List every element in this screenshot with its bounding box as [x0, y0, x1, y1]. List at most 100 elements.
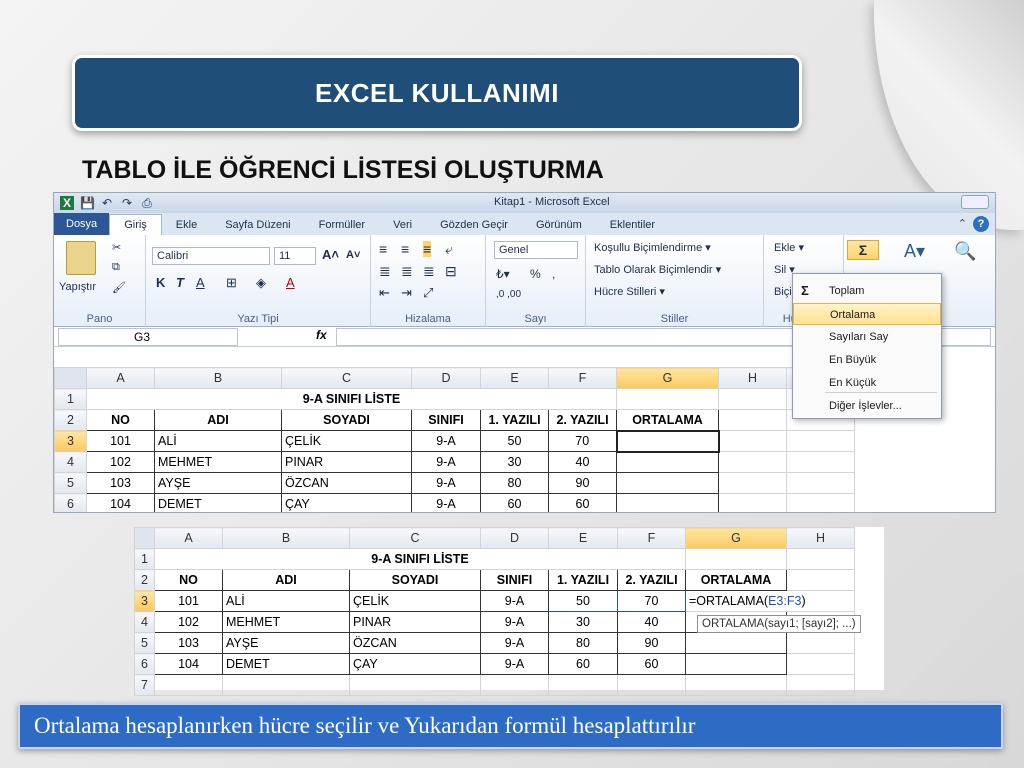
cell[interactable]: 9-A	[411, 472, 481, 494]
cell[interactable]	[718, 388, 787, 410]
cell-f3-referenced[interactable]: 70	[617, 590, 686, 612]
currency-icon[interactable]: ₺▾	[496, 267, 510, 281]
col-header-f[interactable]: F	[548, 367, 617, 389]
increase-decimal-icon[interactable]: ,0 ,00	[496, 289, 521, 300]
shrink-font-icon[interactable]: A˅	[346, 249, 360, 261]
font-size-select[interactable]: 11	[274, 247, 316, 265]
tab-gorunum[interactable]: Görünüm	[522, 215, 596, 235]
header-cell[interactable]: SOYADI	[281, 409, 412, 431]
name-box[interactable]: G3	[58, 328, 238, 346]
cell[interactable]: PINAR	[281, 451, 412, 473]
sheet-title-cell[interactable]: 9-A SINIFI LİSTE	[154, 548, 686, 570]
cell[interactable]	[786, 632, 855, 654]
cell[interactable]	[222, 674, 350, 696]
col-header-c[interactable]: C	[281, 367, 412, 389]
menu-item-diger-islevler[interactable]: Diğer İşlevler...	[793, 395, 941, 417]
align-bottom-icon[interactable]: ≡	[423, 241, 432, 257]
cell[interactable]: ÇAY	[349, 653, 481, 675]
cell[interactable]	[786, 451, 855, 473]
cell[interactable]: MEHMET	[154, 451, 282, 473]
menu-item-en-buyuk[interactable]: En Büyük	[793, 349, 941, 371]
minimize-button[interactable]	[961, 195, 989, 209]
italic-icon[interactable]: T	[176, 275, 184, 290]
cell[interactable]	[548, 674, 618, 696]
col-header-e[interactable]: E	[548, 527, 618, 549]
header-cell[interactable]: SOYADI	[349, 569, 481, 591]
header-cell[interactable]: ORTALAMA	[685, 569, 787, 591]
header-cell[interactable]: ORTALAMA	[616, 409, 719, 431]
grow-font-icon[interactable]: A˄	[322, 247, 339, 262]
merge-center-icon[interactable]: ⊟	[445, 263, 457, 280]
row-header-4[interactable]: 4	[54, 451, 87, 473]
cell[interactable]: 60	[480, 493, 549, 512]
cell[interactable]: 90	[548, 472, 617, 494]
cell[interactable]	[786, 569, 855, 591]
cell[interactable]: 103	[154, 632, 223, 654]
cell[interactable]	[616, 493, 719, 512]
sort-filter-icon[interactable]: A▾	[904, 241, 925, 262]
col-header-h[interactable]: H	[786, 527, 855, 549]
select-all-corner[interactable]	[54, 367, 87, 389]
cell-e3-referenced[interactable]: 50	[548, 590, 618, 612]
cell[interactable]	[786, 493, 855, 512]
cell[interactable]: 30	[548, 611, 618, 633]
cell[interactable]	[718, 472, 787, 494]
align-right-icon[interactable]: ≣	[423, 263, 435, 280]
fill-color-icon[interactable]: ◈	[256, 275, 266, 291]
row-header-5[interactable]: 5	[134, 632, 155, 654]
col-header-a[interactable]: A	[86, 367, 155, 389]
cell[interactable]: 40	[617, 611, 686, 633]
cell[interactable]	[616, 472, 719, 494]
row-header-3[interactable]: 3	[54, 430, 87, 452]
tab-formuller[interactable]: Formüller	[305, 215, 379, 235]
font-name-select[interactable]: Calibri	[152, 247, 270, 265]
tab-giris[interactable]: Giriş	[109, 214, 162, 235]
cell[interactable]	[718, 430, 787, 452]
help-icon[interactable]: ?	[973, 216, 989, 232]
col-header-d[interactable]: D	[411, 367, 481, 389]
cell[interactable]: 101	[86, 430, 155, 452]
cell[interactable]: MEHMET	[222, 611, 350, 633]
paste-button[interactable]: Yapıştır	[59, 281, 96, 293]
cell[interactable]: 9-A	[480, 653, 549, 675]
align-center-icon[interactable]: ≣	[401, 263, 413, 280]
cell[interactable]: 80	[548, 632, 618, 654]
col-header-a[interactable]: A	[154, 527, 223, 549]
header-cell[interactable]: SINIFI	[480, 569, 549, 591]
col-header-e[interactable]: E	[480, 367, 549, 389]
cell[interactable]: 60	[548, 653, 618, 675]
find-select-icon[interactable]: 🔍	[954, 241, 976, 262]
number-format-select[interactable]: Genel	[494, 241, 578, 259]
fx-icon[interactable]: fx	[316, 328, 327, 342]
select-all-corner[interactable]	[134, 527, 155, 549]
paste-icon[interactable]	[66, 241, 96, 275]
tab-veri[interactable]: Veri	[379, 215, 426, 235]
header-cell[interactable]: ADI	[154, 409, 282, 431]
cell[interactable]: DEMET	[222, 653, 350, 675]
cut-icon[interactable]: ✂	[112, 241, 121, 254]
col-header-g[interactable]: G	[616, 367, 719, 389]
cell[interactable]: AYŞE	[154, 472, 282, 494]
insert-cells-button[interactable]: Ekle ▾	[774, 241, 804, 254]
format-painter-icon[interactable]: 🖌	[112, 281, 126, 294]
align-middle-icon[interactable]: ≡	[401, 241, 409, 257]
percent-icon[interactable]: %	[530, 267, 541, 281]
col-header-d[interactable]: D	[480, 527, 549, 549]
autosum-button[interactable]: Σ	[847, 240, 879, 260]
col-header-b[interactable]: B	[154, 367, 282, 389]
cell[interactable]: AYŞE	[222, 632, 350, 654]
save-icon[interactable]: 💾	[80, 196, 95, 210]
cell[interactable]: 70	[548, 430, 617, 452]
cell[interactable]: 60	[617, 653, 686, 675]
tab-dosya[interactable]: Dosya	[54, 213, 110, 235]
cell[interactable]	[616, 388, 719, 410]
align-top-icon[interactable]: ≡	[379, 241, 387, 257]
cell[interactable]: 9-A	[411, 430, 481, 452]
cell[interactable]: ÇELİK	[281, 430, 412, 452]
conditional-formatting-button[interactable]: Koşullu Biçimlendirme ▾	[594, 241, 711, 254]
sheet-title-cell[interactable]: 9-A SINIFI LİSTE	[86, 388, 617, 410]
cell[interactable]	[685, 632, 787, 654]
cell[interactable]: ALİ	[154, 430, 282, 452]
print-icon[interactable]: ⎙	[140, 196, 154, 210]
cell[interactable]: ÖZCAN	[281, 472, 412, 494]
